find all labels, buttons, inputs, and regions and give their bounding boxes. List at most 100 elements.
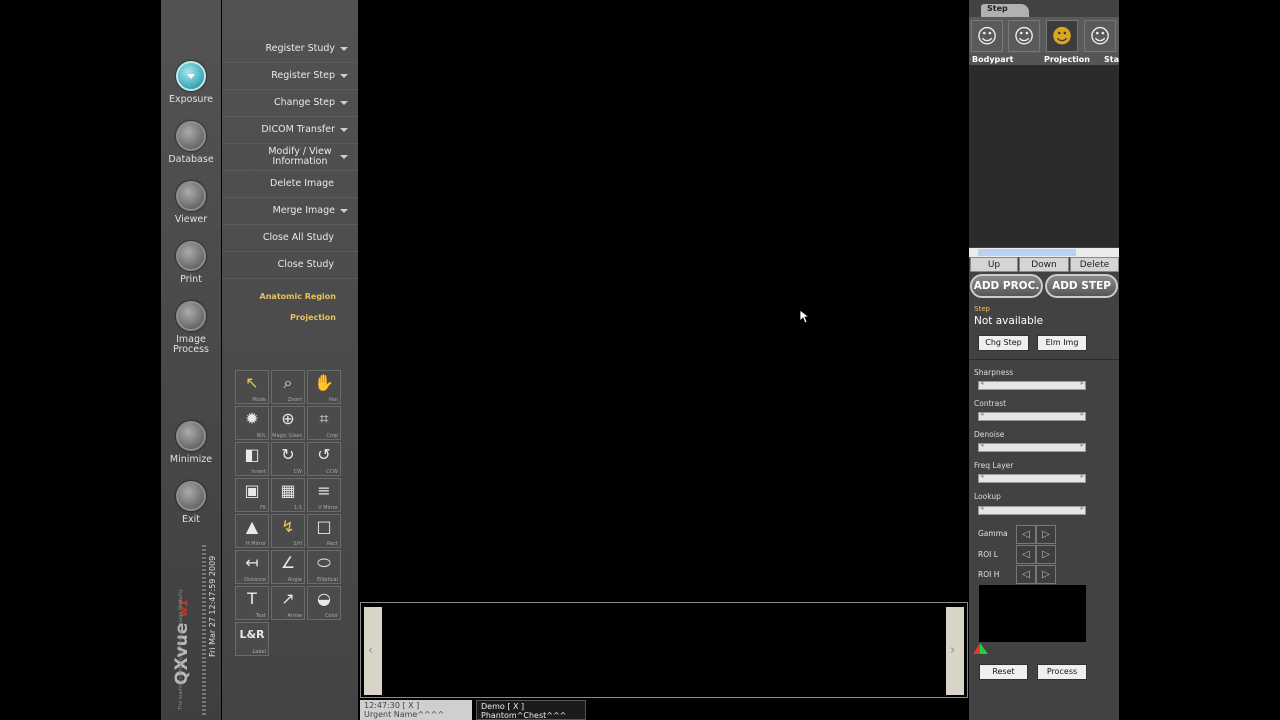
menu-register-step[interactable]: Register Step [222, 63, 358, 90]
step-list[interactable] [969, 65, 1119, 247]
menu-register-study[interactable]: Register Study [222, 36, 358, 63]
tool-crop-button[interactable]: ⌗ Crop [307, 406, 341, 440]
gamma-increase-button[interactable]: ▷ [1036, 525, 1056, 544]
nav-image-process[interactable]: Image Process [161, 301, 221, 355]
chevron-right-icon: › [950, 643, 956, 658]
roi-l-increase-button[interactable]: ▷ [1036, 545, 1056, 564]
tool-label-button[interactable]: L&R Label [235, 622, 269, 656]
roi-h-increase-button[interactable]: ▷ [1036, 565, 1056, 584]
delete-button[interactable]: Delete [1070, 257, 1119, 272]
tool-sh-button[interactable]: ↯ S/H [271, 514, 305, 548]
tool-label: Mode [252, 397, 266, 403]
gamma-decrease-button[interactable]: ◁ [1016, 525, 1036, 544]
prev-thumbnail-button[interactable]: ‹ [364, 607, 382, 695]
dropdown-arrow-icon [340, 155, 348, 159]
tool-label: Zoom [287, 397, 302, 403]
person-icon[interactable]: ☺ [971, 20, 1003, 52]
study-tab-demo[interactable]: Demo [ X ] Phantom^Chest^^^ [476, 700, 586, 720]
menu-label: Modify / View Information [268, 146, 332, 167]
menu-change-step[interactable]: Change Step [222, 90, 358, 117]
tool-label: Arrow [287, 613, 302, 619]
tool-distance-button[interactable]: ↤ Distance [235, 550, 269, 584]
next-thumbnail-button[interactable]: › [946, 607, 964, 695]
person-icon[interactable]: ☺ [1008, 20, 1040, 52]
add-proc-button[interactable]: ADD PROC. [970, 274, 1043, 298]
menu-close-all-study[interactable]: Close All Study [222, 225, 358, 252]
tool-h-mirror-button[interactable]: ▲ H Mirror [235, 514, 269, 548]
tool-cw-button[interactable]: ↻ CW [271, 442, 305, 476]
nav-exit[interactable]: Exit [161, 481, 221, 525]
add-step-button[interactable]: ADD STEP [1045, 274, 1118, 298]
tool-label: Crop [326, 433, 338, 439]
tool-wl-button[interactable]: ✹ W/L [235, 406, 269, 440]
menu-delete-image[interactable]: Delete Image [222, 171, 358, 198]
denoise-slider[interactable] [978, 441, 1086, 452]
nav-exposure[interactable]: Exposure [161, 61, 221, 105]
exposure-circle-icon [176, 61, 206, 91]
gamma-adjuster: ◁ ▷ [1014, 525, 1058, 544]
rotate-ccw-icon: ↺ [317, 445, 331, 464]
study-tab-urgent[interactable]: 12:47:30 [ X ] Urgent Name^^^^ [360, 700, 472, 720]
tool-ccw-button[interactable]: ↺ CCW [307, 442, 341, 476]
palette-icon: ◒ [317, 589, 331, 608]
tool-zoom-button[interactable]: ⌕ Zoom [271, 370, 305, 404]
level-meter [202, 545, 206, 715]
contrast-slider[interactable] [978, 410, 1086, 421]
process-button[interactable]: Process [1037, 664, 1087, 680]
roi-h-decrease-button[interactable]: ◁ [1016, 565, 1036, 584]
nav-minimize[interactable]: Minimize [161, 421, 221, 465]
tool-elliptical-button[interactable]: ⬭ Elliptical [307, 550, 341, 584]
arrow-pointer-icon: ↖ [245, 373, 259, 392]
roi-l-decrease-button[interactable]: ◁ [1016, 545, 1036, 564]
tool-text-button[interactable]: T Text [235, 586, 269, 620]
person-icon[interactable]: ☺ [1084, 20, 1116, 52]
freq-layer-slider[interactable] [978, 472, 1086, 483]
tool-fit-button[interactable]: ▣ Fit [235, 478, 269, 512]
person-selected-icon[interactable]: ☻ [1046, 20, 1078, 52]
reset-button[interactable]: Reset [979, 664, 1028, 680]
roi-h-label: ROI H [978, 570, 1000, 579]
tool-arrow-button[interactable]: ↗ Arrow [271, 586, 305, 620]
lookup-slider[interactable] [978, 504, 1086, 515]
tool-label: CW [293, 469, 302, 475]
tool-pan-button[interactable]: ✋ Pan [307, 370, 341, 404]
column-bodypart[interactable]: Bodypart [972, 55, 1013, 64]
menu-modify-view-information[interactable]: Modify / View Information [222, 144, 358, 171]
nav-database[interactable]: Database [161, 121, 221, 165]
chg-step-button[interactable]: Chg Step [978, 335, 1029, 351]
minimize-circle-icon [176, 421, 206, 451]
tool-v-mirror-button[interactable]: ≡ V Mirror [307, 478, 341, 512]
nav-print[interactable]: Print [161, 241, 221, 285]
column-status[interactable]: Sta [1104, 55, 1119, 64]
tool-mode-button[interactable]: ↖ Mode [235, 370, 269, 404]
up-button[interactable]: Up [970, 257, 1018, 272]
tool-label: W/L [256, 433, 266, 439]
menu-merge-image[interactable]: Merge Image [222, 198, 358, 225]
freq-layer-label: Freq Layer [974, 461, 1014, 470]
menu-close-study[interactable]: Close Study [222, 252, 358, 279]
tab-step[interactable]: Step [981, 4, 1029, 17]
tool-one-to-one-button[interactable]: ▦ 1:1 [271, 478, 305, 512]
menu-dicom-transfer[interactable]: DICOM Transfer [222, 117, 358, 144]
image-viewport[interactable] [360, 0, 968, 600]
tool-label: Angle [287, 577, 302, 583]
print-circle-icon [176, 241, 206, 271]
tool-label: H Mirror [245, 541, 266, 547]
down-button[interactable]: Down [1019, 257, 1069, 272]
magnifier-icon: ⌕ [283, 373, 293, 392]
nav-viewer[interactable]: Viewer [161, 181, 221, 225]
column-projection[interactable]: Projection [1044, 55, 1090, 64]
scrollbar-thumb[interactable] [978, 249, 1076, 256]
step-list-scrollbar[interactable] [969, 248, 1119, 257]
elm-img-button[interactable]: Elm Img [1037, 335, 1087, 351]
tool-angle-button[interactable]: ∠ Angle [271, 550, 305, 584]
tool-color-button[interactable]: ◒ Color [307, 586, 341, 620]
dropdown-arrow-icon [340, 74, 348, 78]
tool-rect-button[interactable]: □ Rect [307, 514, 341, 548]
text-icon: T [247, 589, 257, 608]
lookup-label: Lookup [974, 492, 1001, 501]
sharpness-slider[interactable] [978, 379, 1086, 390]
roi-l-label: ROI L [978, 550, 998, 559]
tool-magic-glass-button[interactable]: ⊕ Magic Glass [271, 406, 305, 440]
tool-invert-button[interactable]: ◧ Invert [235, 442, 269, 476]
